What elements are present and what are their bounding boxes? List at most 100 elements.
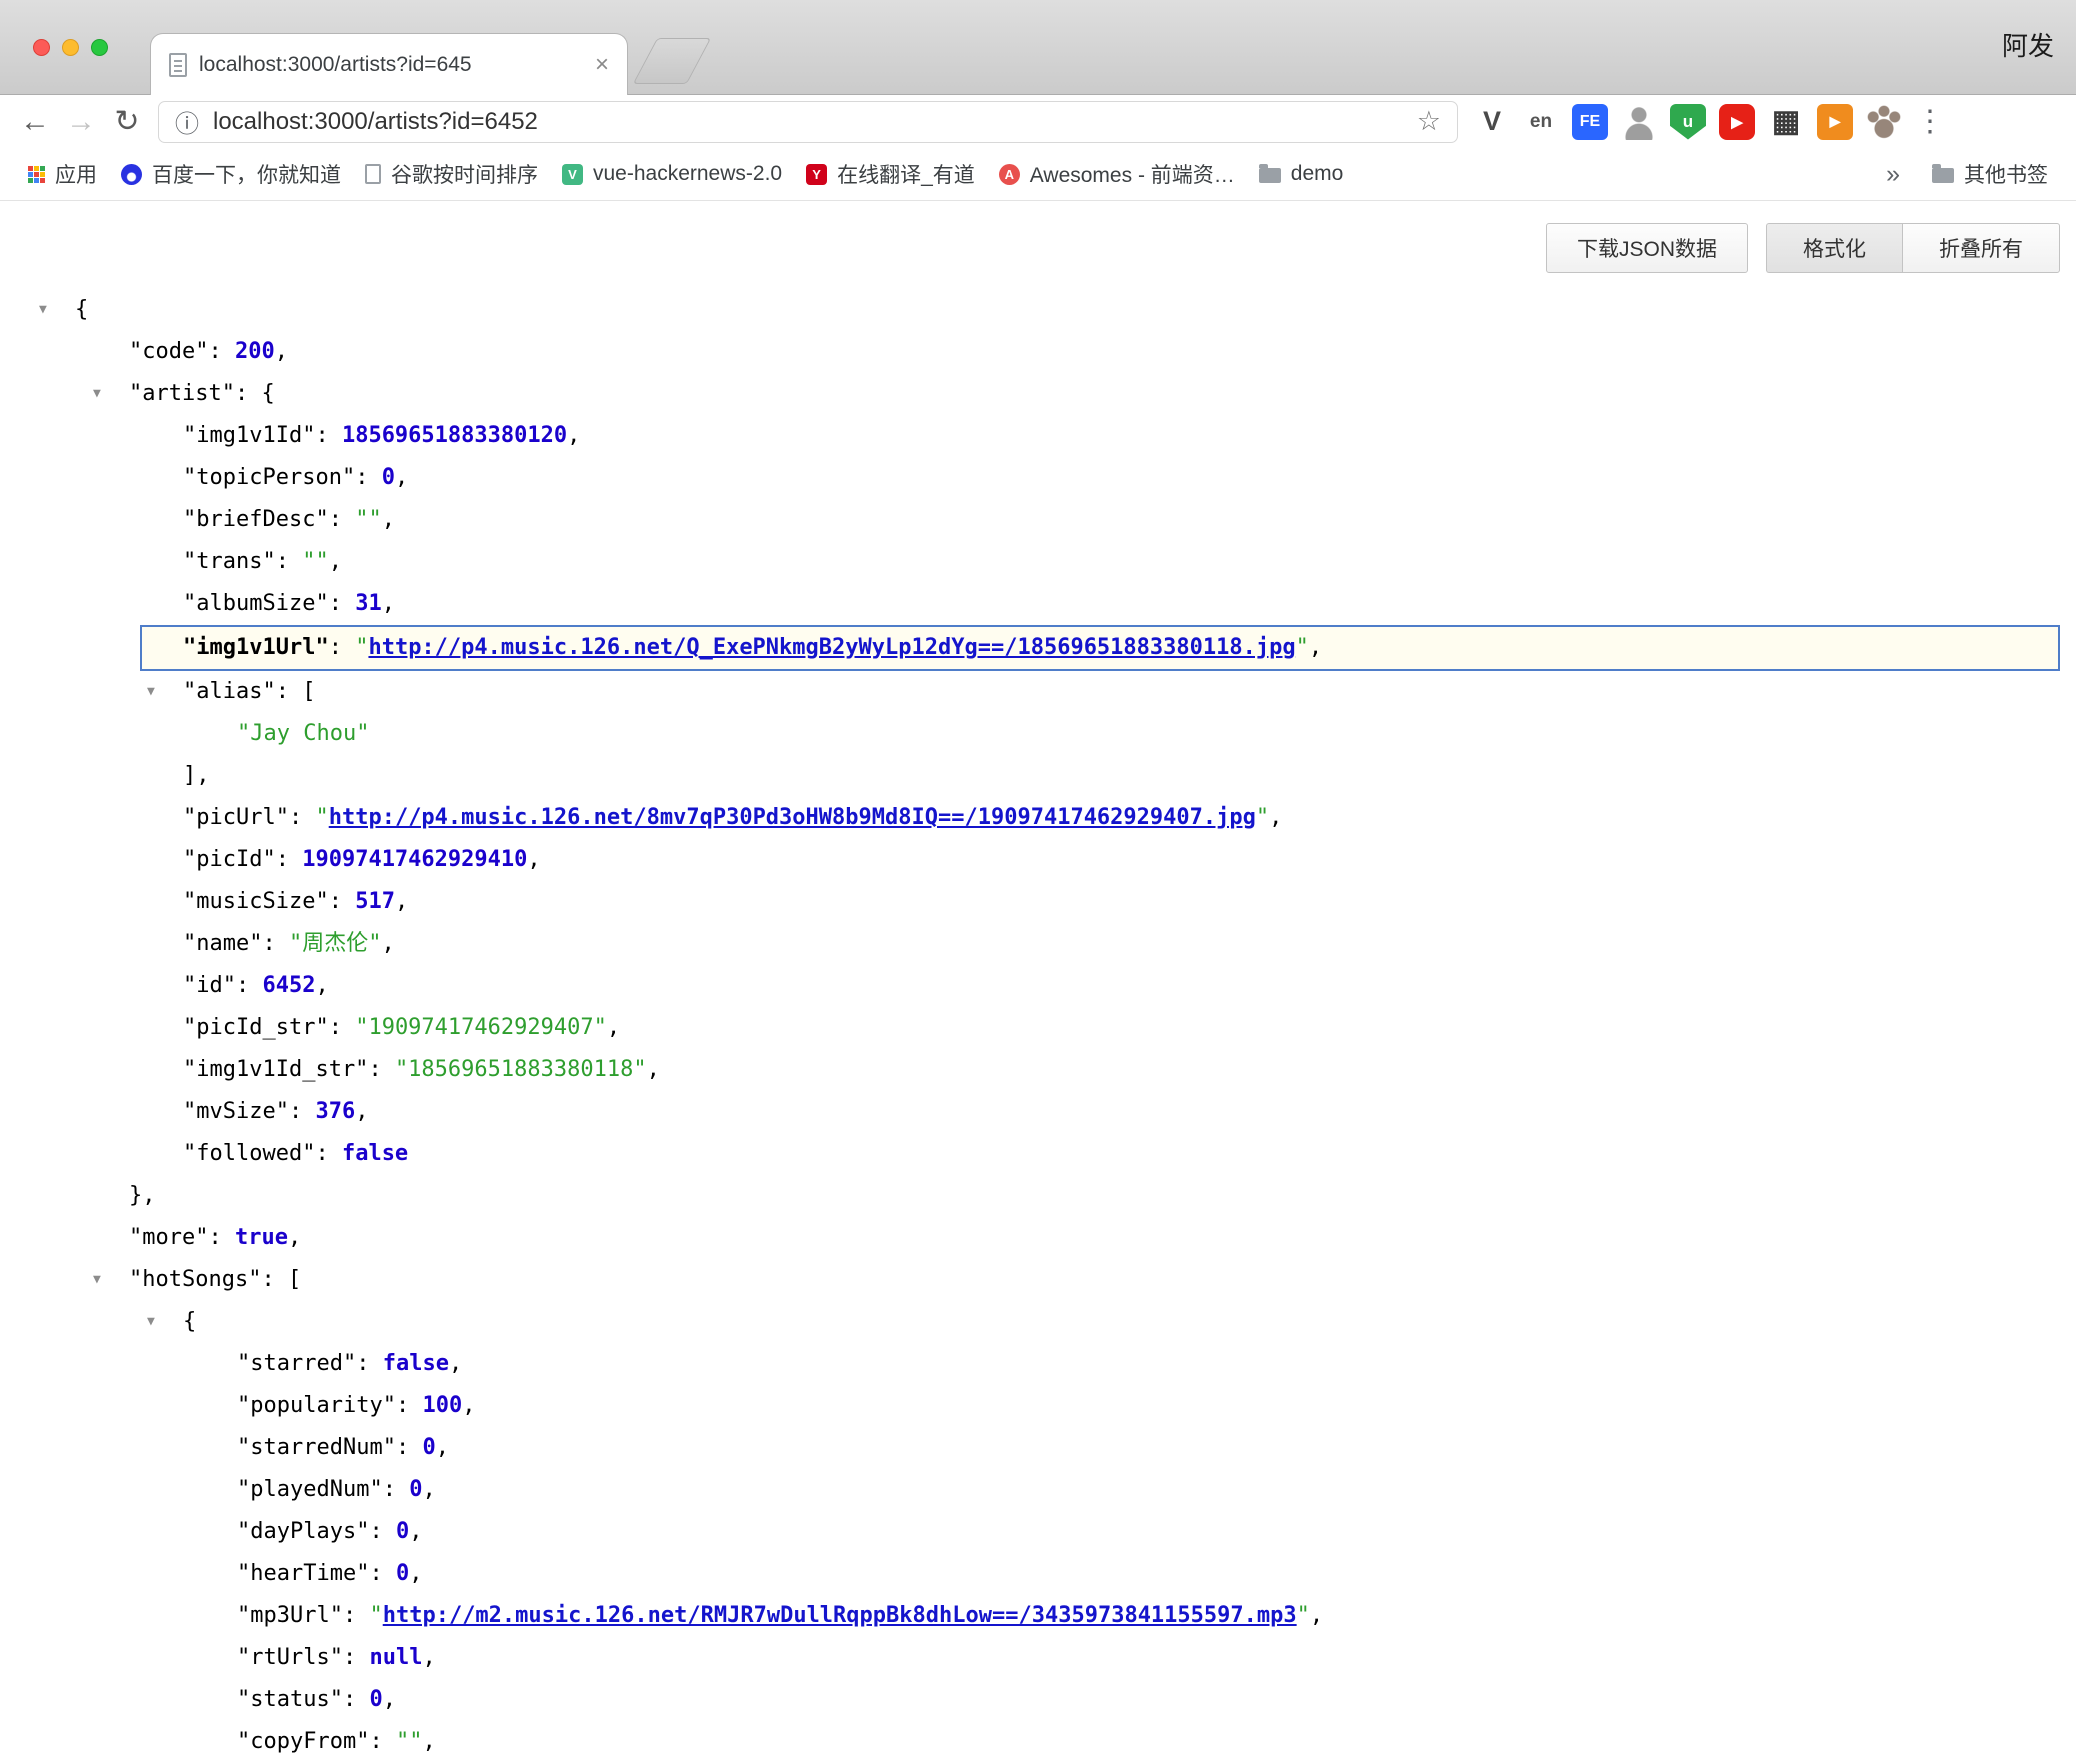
collapse-toggle-icon[interactable]: ▼ — [93, 1259, 101, 1301]
player-extension-icon[interactable]: ▶ — [1817, 104, 1853, 140]
collapse-toggle-icon[interactable]: ▼ — [39, 289, 47, 331]
youdao-icon: Y — [806, 164, 827, 185]
json-punct: , — [329, 549, 342, 574]
window-zoom-button[interactable] — [91, 39, 108, 56]
download-json-button[interactable]: 下载JSON数据 — [1546, 223, 1748, 273]
format-button[interactable]: 格式化 — [1766, 223, 1902, 273]
bookmarks-list: 应用 百度一下，你就知道谷歌按时间排序Vvue-hackernews-2.0Y在线… — [16, 155, 1355, 193]
json-punct: : — [329, 1015, 356, 1040]
bookmark-item[interactable]: demo — [1247, 158, 1356, 190]
view-mode-segment: 格式化 折叠所有 — [1766, 223, 2060, 273]
bookmark-item[interactable]: AAwesomes - 前端资… — [987, 155, 1247, 193]
bookmarks-right: » 其他书签 — [1886, 155, 2060, 193]
bookmark-star-icon[interactable]: ☆ — [1417, 106, 1441, 137]
json-key: "alias" — [183, 679, 276, 704]
page-favicon-icon — [169, 53, 187, 77]
json-key: "id" — [183, 973, 236, 998]
json-punct: { — [183, 1309, 196, 1334]
address-bar[interactable]: ⓘ localhost:3000/artists?id=6452 ☆ — [158, 101, 1458, 143]
vimium-extension-icon[interactable]: V — [1474, 104, 1510, 140]
json-line: "copyFrom": "", — [0, 1721, 2076, 1754]
other-bookmarks-label: 其他书签 — [1964, 159, 2048, 189]
json-punct: , — [449, 1351, 462, 1376]
reload-icon[interactable]: ↻ — [104, 107, 150, 137]
json-line: "briefDesc": "", — [0, 499, 2076, 541]
json-punct: , — [288, 1225, 301, 1250]
window-minimize-button[interactable] — [62, 39, 79, 56]
new-tab-button[interactable] — [633, 38, 711, 84]
browser-tab[interactable]: localhost:3000/artists?id=645 × — [150, 33, 628, 95]
collapse-all-button[interactable]: 折叠所有 — [1902, 223, 2060, 273]
json-key: "topicPerson" — [183, 465, 355, 490]
other-bookmarks-folder[interactable]: 其他书签 — [1920, 155, 2060, 193]
json-punct: : — [261, 1267, 288, 1292]
browser-toolbar: ← → ↻ ⓘ localhost:3000/artists?id=6452 ☆… — [0, 95, 2076, 148]
json-punct: , — [462, 1393, 475, 1418]
json-num: 0 — [396, 1561, 409, 1586]
profile-name[interactable]: 阿发 — [2002, 26, 2054, 63]
bookmark-label: 百度一下，你就知道 — [152, 159, 341, 189]
baidu-icon — [121, 164, 142, 185]
json-line: "img1v1Id_str": "18569651883380118", — [0, 1049, 2076, 1091]
json-line: "picId_str": "19097417462929407", — [0, 1007, 2076, 1049]
json-num: 0 — [369, 1687, 382, 1712]
bookmark-item[interactable]: 百度一下，你就知道 — [109, 155, 353, 193]
back-icon[interactable]: ← — [12, 107, 58, 137]
json-punct: : — [276, 847, 303, 872]
bookmarks-overflow-icon[interactable]: » — [1886, 160, 1900, 189]
shield-extension-icon[interactable]: u — [1670, 104, 1706, 140]
bookmark-item[interactable]: 应用 — [16, 155, 109, 193]
json-key: "hotSongs" — [129, 1267, 261, 1292]
user-extension-icon[interactable] — [1621, 104, 1657, 140]
fe-extension-icon[interactable]: FE — [1572, 104, 1608, 140]
tab-close-icon[interactable]: × — [595, 53, 609, 77]
json-punct: , — [436, 1435, 449, 1460]
bookmark-item[interactable]: 谷歌按时间排序 — [353, 155, 550, 193]
json-num: 19097417462929410 — [302, 847, 527, 872]
json-key: "code" — [129, 339, 208, 364]
json-punct: , — [382, 591, 395, 616]
json-key: "mvSize" — [183, 1099, 289, 1124]
page-actions: 下载JSON数据 格式化 折叠所有 — [16, 223, 2060, 273]
bookmark-label: Awesomes - 前端资… — [1030, 159, 1235, 189]
json-url-link[interactable]: http://m2.music.126.net/RMJR7wDullRqppBk… — [383, 1603, 1297, 1628]
json-string: "Jay Chou" — [237, 721, 369, 746]
qr-extension-icon[interactable]: ▦ — [1768, 104, 1804, 140]
collapse-toggle-icon[interactable]: ▼ — [93, 373, 101, 415]
bookmark-item[interactable]: Vvue-hackernews-2.0 — [550, 158, 794, 190]
collapse-toggle-icon[interactable]: ▼ — [147, 1301, 155, 1343]
site-info-icon[interactable]: ⓘ — [175, 104, 199, 139]
json-line: "hearTime": 0, — [0, 1553, 2076, 1595]
json-line: "popularity": 100, — [0, 1385, 2076, 1427]
json-punct: : — [262, 931, 289, 956]
json-num: 31 — [355, 591, 382, 616]
json-url-link[interactable]: http://p4.music.126.net/Q_ExePNkmgB2yWyL… — [368, 635, 1295, 660]
json-num: 0 — [396, 1519, 409, 1544]
json-punct: : — [236, 973, 263, 998]
tab-title: localhost:3000/artists?id=645 — [199, 53, 583, 77]
youtube-extension-icon[interactable]: ▶ — [1719, 104, 1755, 140]
json-key: "mp3Url" — [237, 1603, 343, 1628]
forward-icon: → — [58, 107, 104, 137]
json-string: "" — [355, 507, 382, 532]
window-close-button[interactable] — [33, 39, 50, 56]
bookmark-item[interactable]: Y在线翻译_有道 — [794, 155, 987, 193]
json-line: ], — [0, 755, 2076, 797]
json-line: "name": "周杰伦", — [0, 923, 2076, 965]
collapse-toggle-icon[interactable]: ▼ — [147, 671, 155, 713]
json-line: "status": 0, — [0, 1679, 2076, 1721]
url-text[interactable]: localhost:3000/artists?id=6452 — [213, 108, 1403, 136]
json-punct: : — [315, 423, 342, 448]
json-line: "playedNum": 0, — [0, 1469, 2076, 1511]
json-line: "starredNum": 0, — [0, 1427, 2076, 1469]
json-punct: : — [356, 1351, 383, 1376]
json-line: "dayPlays": 0, — [0, 1511, 2076, 1553]
tab-strip: localhost:3000/artists?id=645 × 阿发 — [0, 0, 2076, 95]
paw-extension-icon[interactable] — [1866, 104, 1902, 140]
json-bool: false — [383, 1351, 449, 1376]
browser-menu-icon[interactable]: ⋮ — [1914, 104, 1946, 139]
bookmark-label: vue-hackernews-2.0 — [593, 162, 782, 186]
json-viewer: ▼{"code": 200,▼"artist": {"img1v1Id": 18… — [0, 289, 2076, 1754]
json-url-link[interactable]: http://p4.music.126.net/8mv7qP30Pd3oHW8b… — [329, 805, 1256, 830]
translate-extension-icon[interactable]: en — [1523, 104, 1559, 140]
